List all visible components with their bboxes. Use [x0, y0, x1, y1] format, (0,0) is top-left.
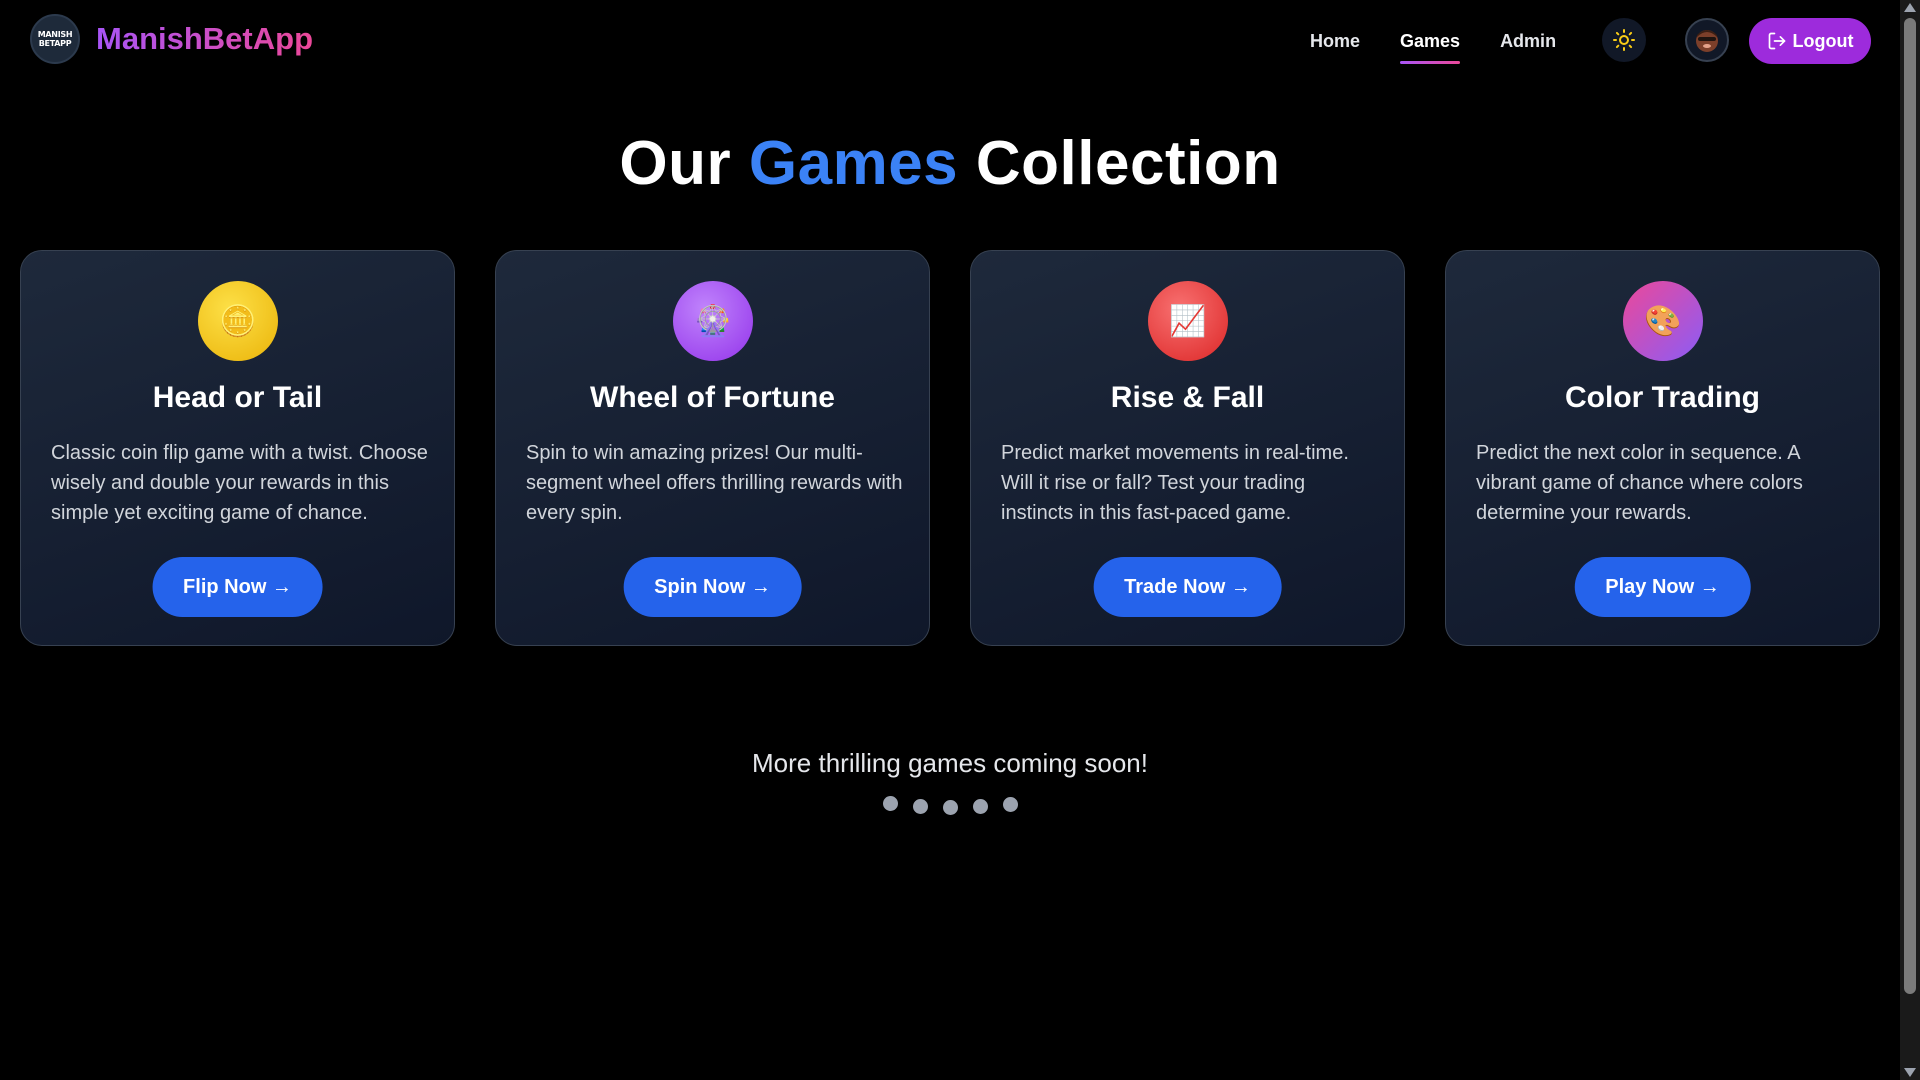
palette-icon: 🎨	[1623, 281, 1703, 361]
sun-icon	[1613, 29, 1635, 51]
chart-up-icon: 📈	[1148, 281, 1228, 361]
brand[interactable]: MANISH BETAPP ManishBetApp	[30, 14, 313, 64]
game-description: Predict the next color in sequence. A vi…	[1476, 442, 1803, 524]
game-title: Color Trading	[1565, 381, 1760, 414]
scroll-up-arrow-icon[interactable]	[1904, 3, 1916, 12]
scrollbar-thumb[interactable]	[1904, 18, 1916, 994]
coin-icon: 🪙	[198, 281, 278, 361]
loading-dot	[912, 799, 928, 814]
game-description: Spin to win amazing prizes! Our multi-se…	[526, 442, 903, 524]
nav-links: Home Games Admin	[1310, 0, 1596, 82]
game-card-rise-and-fall: 📈 Rise & Fall Predict market movements i…	[970, 250, 1405, 646]
logo-line-2: BETAPP	[38, 39, 72, 48]
game-card-head-or-tail: 🪙 Head or Tail Classic coin flip game wi…	[20, 250, 455, 646]
logout-icon	[1768, 32, 1785, 50]
user-avatar[interactable]	[1685, 18, 1729, 62]
loading-dot	[1002, 797, 1018, 812]
loading-dots	[0, 796, 1900, 815]
nav-link-admin[interactable]: Admin	[1500, 25, 1556, 58]
game-card-wheel-of-fortune: 🎡 Wheel of Fortune Spin to win amazing p…	[495, 250, 930, 646]
game-title: Rise & Fall	[1110, 381, 1265, 414]
logout-label: Logout	[1792, 30, 1854, 51]
game-title: Wheel of Fortune	[590, 381, 835, 414]
navbar: MANISH BETAPP ManishBetApp Home Games Ad…	[0, 0, 1900, 82]
ferris-wheel-icon: 🎡	[673, 281, 753, 361]
brand-name[interactable]: ManishBetApp	[96, 21, 313, 57]
brand-logo[interactable]: MANISH BETAPP	[30, 14, 80, 64]
theme-toggle-button[interactable]	[1602, 18, 1646, 62]
page-title: Our Games Collection	[0, 128, 1900, 199]
spin-now-button[interactable]: Spin Now →	[623, 557, 802, 617]
logout-button[interactable]: Logout	[1749, 18, 1871, 64]
games-grid: 🪙 Head or Tail Classic coin flip game wi…	[20, 250, 1881, 646]
logo-line-1: MANISH	[37, 30, 73, 39]
game-title: Head or Tail	[152, 381, 323, 414]
trade-now-button[interactable]: Trade Now →	[1093, 557, 1282, 617]
nav-link-home[interactable]: Home	[1310, 25, 1360, 58]
game-description: Classic coin flip game with a twist. Cho…	[51, 442, 428, 524]
loading-dot	[972, 799, 988, 814]
scroll-down-arrow-icon[interactable]	[1904, 1068, 1916, 1077]
nav-link-games[interactable]: Games	[1400, 25, 1461, 64]
flip-now-button[interactable]: Flip Now →	[152, 557, 323, 617]
avatar-face-icon	[1696, 30, 1718, 52]
game-card-color-trading: 🎨 Color Trading Predict the next color i…	[1445, 250, 1880, 646]
loading-dot	[942, 800, 958, 815]
loading-dot	[882, 796, 898, 811]
game-description: Predict market movements in real-time. W…	[1001, 442, 1349, 524]
title-accent: Games	[748, 129, 959, 198]
play-now-button[interactable]: Play Now →	[1574, 557, 1751, 617]
coming-soon-text: More thrilling games coming soon!	[752, 748, 1148, 778]
title-part-2: Collection	[958, 129, 1281, 198]
title-part-1: Our	[619, 129, 749, 198]
vertical-scrollbar[interactable]	[1900, 0, 1920, 1080]
